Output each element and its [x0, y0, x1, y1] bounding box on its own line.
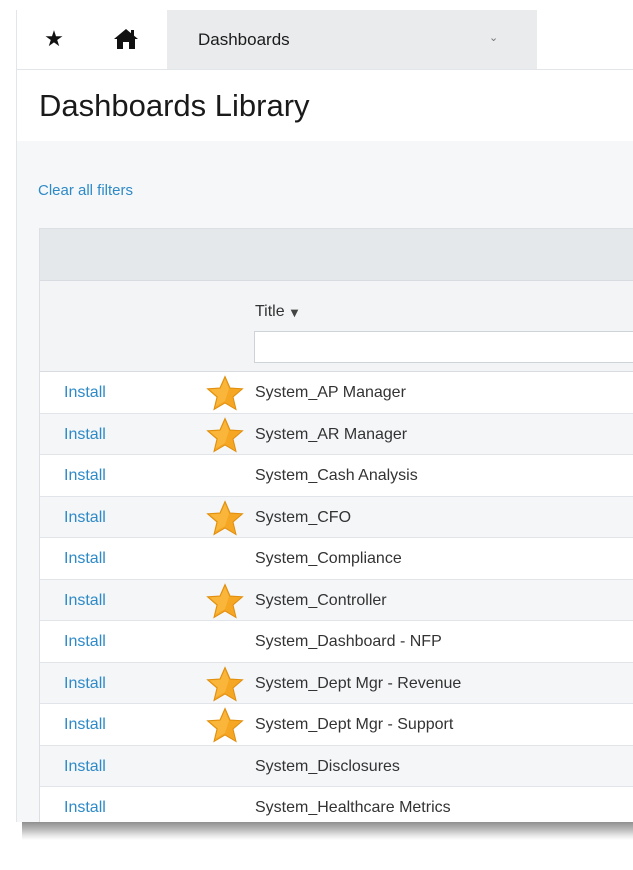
dropdown-label: Dashboards	[198, 30, 290, 49]
dashboards-table: Title ▼ Install System_AP Manager Install…	[39, 228, 633, 822]
install-link[interactable]: Install	[64, 509, 106, 527]
table-row: Install System_Cash Analysis	[40, 455, 633, 497]
clear-all-filters-link[interactable]: Clear all filters	[38, 182, 133, 199]
install-link[interactable]: Install	[64, 758, 106, 776]
column-header-row: Title ▼	[40, 281, 633, 372]
dashboard-title: System_Compliance	[255, 550, 402, 567]
table-row: Install System_Healthcare Metrics	[40, 787, 633, 822]
title-filter-input[interactable]	[254, 331, 633, 363]
install-link[interactable]: Install	[64, 426, 106, 444]
dashboard-title: System_Dept Mgr - Revenue	[255, 674, 462, 692]
favorite-star-icon[interactable]	[206, 416, 244, 453]
dashboards-dropdown[interactable]: Dashboards ⌄	[167, 10, 537, 69]
dashboard-title: System_AP Manager	[255, 384, 406, 401]
install-link[interactable]: Install	[64, 467, 106, 485]
table-row: Install System_Disclosures	[40, 745, 633, 787]
install-link[interactable]: Install	[64, 799, 106, 817]
top-navigation-bar: ★ Dashboards ⌄	[17, 10, 633, 70]
table-row: Install System_Controller	[40, 579, 633, 621]
table-row: Install System_Dashboard - NFP	[40, 621, 633, 663]
favorite-star-icon[interactable]	[206, 707, 244, 743]
install-link[interactable]: Install	[64, 384, 106, 402]
table-row: Install System_CFO	[40, 496, 633, 538]
window-shadow	[22, 822, 633, 840]
table-row: Install System_Dept Mgr - Support	[40, 704, 633, 746]
dashboard-title: System_Controller	[255, 591, 387, 609]
table-row: Install System_Compliance	[40, 538, 633, 580]
install-link[interactable]: Install	[64, 592, 106, 610]
install-link[interactable]: Install	[64, 550, 106, 568]
dashboard-title: System_CFO	[255, 508, 352, 526]
title-header-label: Title	[255, 303, 285, 320]
favorite-star-icon[interactable]	[206, 665, 244, 702]
app-window: ★ Dashboards ⌄ Dashboards Library Clear …	[16, 10, 633, 822]
table-body: Install System_AP Manager Install System…	[40, 372, 633, 822]
sort-caret-icon: ▼	[290, 308, 299, 319]
table-row: Install System_Dept Mgr - Revenue	[40, 662, 633, 704]
dashboard-title: System_Disclosures	[255, 757, 400, 775]
dashboard-title: System_Cash Analysis	[255, 467, 418, 484]
table-row: Install System_AP Manager	[40, 372, 633, 414]
favorite-star-icon[interactable]	[206, 499, 244, 536]
favorite-star-icon[interactable]	[206, 375, 244, 411]
page-title: Dashboards Library	[39, 88, 310, 123]
dashboard-title: System_AR Manager	[255, 425, 408, 443]
dashboard-title: System_Healthcare Metrics	[255, 799, 451, 816]
table-toolbar	[40, 229, 633, 281]
chevron-down-icon: ⌄	[489, 31, 499, 44]
title-column-header[interactable]: Title ▼	[255, 303, 298, 321]
home-icon[interactable]	[111, 24, 141, 54]
dashboard-title: System_Dashboard - NFP	[255, 633, 442, 650]
install-link[interactable]: Install	[64, 633, 106, 651]
favorite-star-icon[interactable]	[206, 582, 244, 619]
install-link[interactable]: Install	[64, 716, 106, 734]
star-icon[interactable]: ★	[39, 24, 69, 54]
table-row: Install System_AR Manager	[40, 413, 633, 455]
dashboard-title: System_Dept Mgr - Support	[255, 716, 454, 733]
install-link[interactable]: Install	[64, 675, 106, 693]
